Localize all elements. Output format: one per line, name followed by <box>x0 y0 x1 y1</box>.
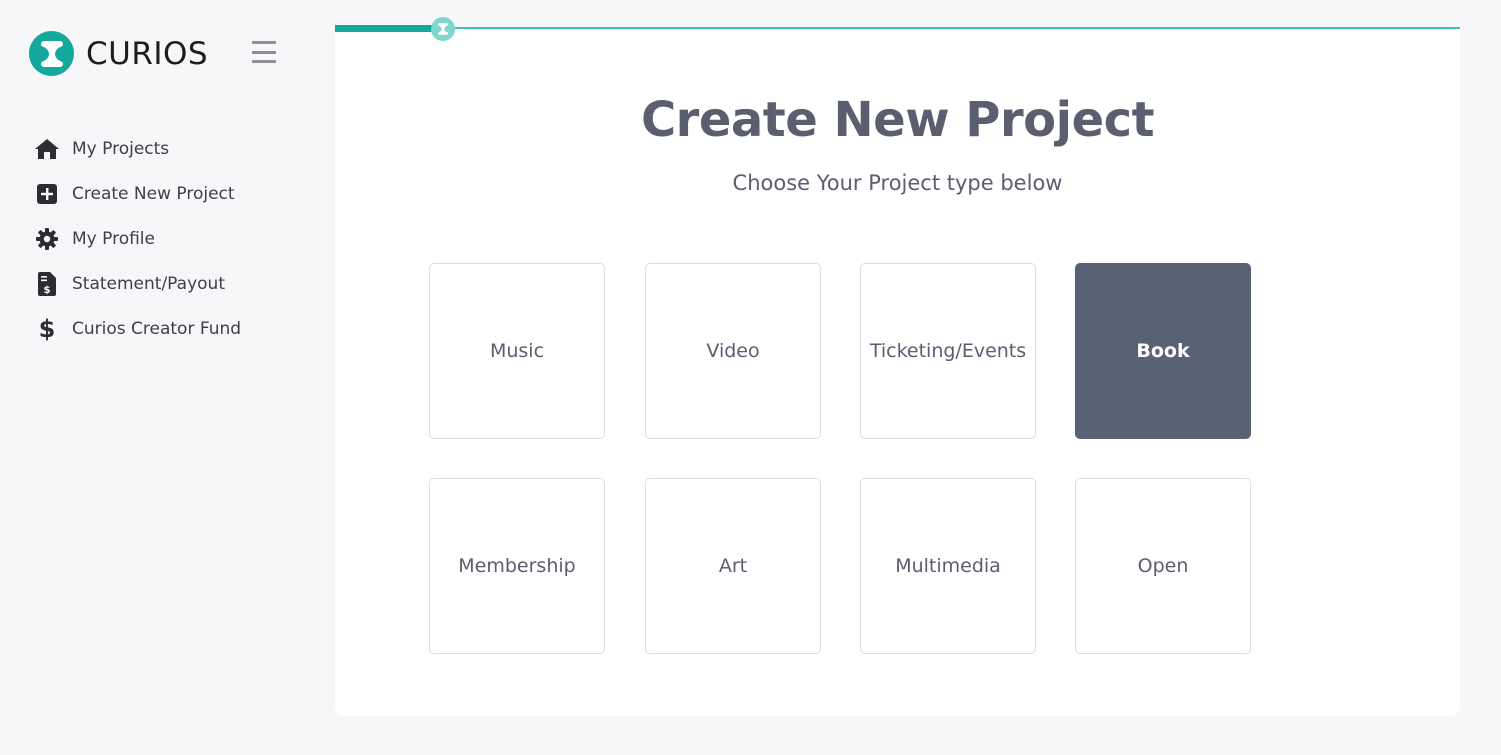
gear-icon <box>34 226 60 252</box>
sidebar-item-statement-payout[interactable]: $ Statement/Payout <box>34 261 241 306</box>
sidebar-item-creator-fund[interactable]: $ Curios Creator Fund <box>34 306 241 351</box>
svg-text:$: $ <box>44 285 51 296</box>
tile-label: Art <box>718 555 748 577</box>
progress-track <box>335 27 1460 29</box>
brand-name: CURIOS <box>86 35 209 72</box>
project-type-book[interactable]: Book <box>1075 263 1251 439</box>
sidebar-item-create-new-project[interactable]: Create New Project <box>34 171 241 216</box>
project-type-music[interactable]: Music <box>429 263 605 439</box>
project-type-open[interactable]: Open <box>1075 478 1251 654</box>
tile-label: Ticketing/Events <box>869 340 1027 362</box>
plus-square-icon <box>34 181 60 207</box>
sidebar-item-my-profile[interactable]: My Profile <box>34 216 241 261</box>
curios-logo-icon <box>29 31 74 76</box>
sidebar-item-label: Statement/Payout <box>72 273 225 294</box>
svg-text:$: $ <box>39 316 55 342</box>
sidebar: CURIOS My Projects Create New Project My… <box>0 0 300 755</box>
sidebar-nav: My Projects Create New Project My Profil… <box>34 126 241 351</box>
dollar-sign-icon: $ <box>34 316 60 342</box>
project-type-ticketing-events[interactable]: Ticketing/Events <box>860 263 1036 439</box>
page-title: Create New Project <box>640 92 1155 148</box>
sidebar-item-label: Curios Creator Fund <box>72 318 242 339</box>
invoice-dollar-icon: $ <box>34 271 60 297</box>
tile-label: Music <box>489 340 545 362</box>
project-type-art[interactable]: Art <box>645 478 821 654</box>
tile-label: Multimedia <box>895 555 1001 577</box>
tile-label: Book <box>1136 340 1190 362</box>
project-type-multimedia[interactable]: Multimedia <box>860 478 1036 654</box>
sidebar-item-my-projects[interactable]: My Projects <box>34 126 241 171</box>
tile-label: Membership <box>458 555 576 577</box>
sidebar-item-label: Create New Project <box>72 183 235 204</box>
project-type-video[interactable]: Video <box>645 263 821 439</box>
progress-fill <box>335 25 443 32</box>
project-type-membership[interactable]: Membership <box>429 478 605 654</box>
sidebar-item-label: My Profile <box>72 228 155 249</box>
tile-label: Open <box>1137 555 1189 577</box>
menu-toggle-icon[interactable] <box>252 41 276 63</box>
sidebar-item-label: My Projects <box>72 138 170 159</box>
progress-knob-icon <box>431 17 455 41</box>
page-subtitle: Choose Your Project type below <box>732 171 1063 195</box>
brand-logo[interactable]: CURIOS <box>29 31 208 76</box>
tile-label: Video <box>706 340 760 362</box>
home-icon <box>34 136 60 162</box>
